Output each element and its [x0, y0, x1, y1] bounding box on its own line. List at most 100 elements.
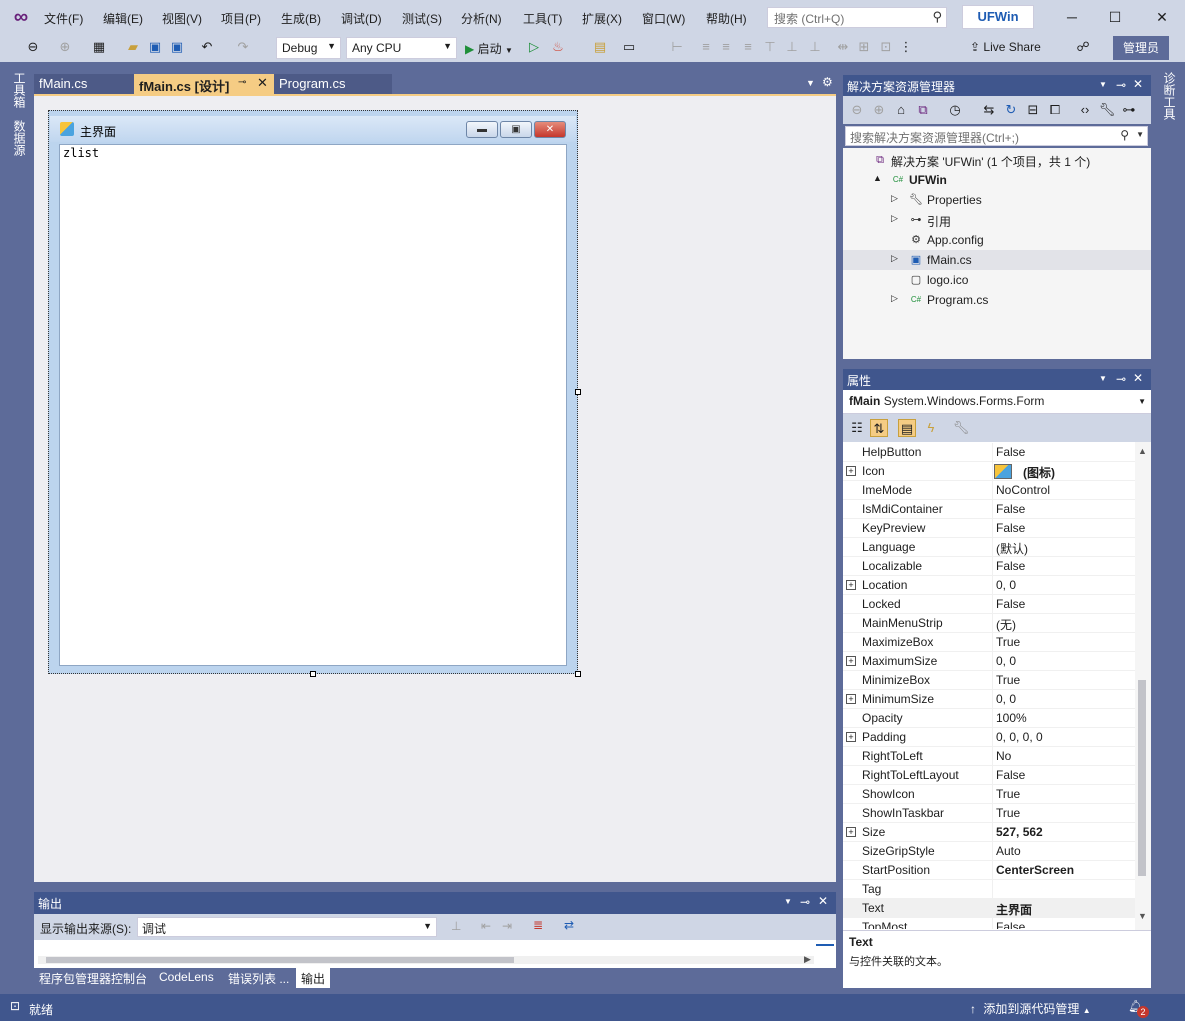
tab-fmain-designer[interactable]: fMain.cs [设计] ⊸ ✕ [134, 74, 274, 95]
maximize-button[interactable]: ☐ [1100, 6, 1130, 28]
property-value[interactable]: False [996, 445, 1025, 459]
resize-handle-corner[interactable] [575, 671, 581, 677]
navigate-forward-icon[interactable]: ⊕ [56, 38, 74, 56]
admin-badge[interactable]: 管理员 [1113, 36, 1169, 60]
chevron-down-icon[interactable]: ▼ [1099, 80, 1107, 89]
property-value[interactable]: CenterScreen [996, 863, 1074, 877]
tab-fmain-code[interactable]: fMain.cs [34, 74, 134, 95]
expand-arrow-icon[interactable]: ▷ [891, 213, 898, 224]
menu-tools[interactable]: 工具(T) [523, 10, 562, 26]
live-share-button[interactable]: ⇪ Live Share [970, 40, 1041, 54]
switch-views-icon[interactable]: ⧉ [914, 101, 932, 119]
align-bottom-icon[interactable]: ⊥ [806, 38, 824, 56]
scrollbar-thumb[interactable] [46, 957, 514, 963]
form-client-area[interactable] [59, 144, 567, 666]
refresh-icon[interactable]: ↻ [1002, 101, 1020, 119]
close-icon[interactable]: ✕ [818, 894, 828, 908]
property-value[interactable]: False [996, 920, 1025, 929]
toolbar-overflow-icon[interactable]: ⋮ [897, 38, 915, 56]
property-value[interactable]: False [996, 597, 1025, 611]
property-value[interactable]: True [996, 673, 1020, 687]
align-top-icon[interactable]: ⊤ [761, 38, 779, 56]
property-value[interactable]: No [996, 749, 1011, 763]
expand-plus-icon[interactable]: + [846, 466, 856, 476]
pin-icon[interactable]: ⊸ [800, 895, 810, 909]
menu-extensions[interactable]: 扩展(X) [582, 10, 622, 26]
search-input[interactable]: 搜索 (Ctrl+Q) ⚲ [767, 7, 947, 28]
expand-plus-icon[interactable]: + [846, 580, 856, 590]
resize-handle-bottom[interactable] [310, 671, 316, 677]
feedback-icon[interactable]: ☍ [1074, 38, 1092, 56]
previous-message-icon[interactable]: ⇤ [481, 919, 491, 933]
property-row[interactable]: Localizable False [843, 557, 1135, 576]
save-icon[interactable]: ▣ [146, 38, 164, 56]
property-value[interactable]: 100% [996, 711, 1027, 725]
tab-codelens[interactable]: CodeLens [154, 968, 219, 988]
property-value[interactable]: False [996, 502, 1025, 516]
find-message-icon[interactable]: ⊥ [451, 919, 461, 933]
datasource-tab[interactable]: 数据源 [10, 120, 26, 156]
pin-icon[interactable]: ⊸ [1116, 78, 1126, 92]
menu-debug[interactable]: 调试(D) [341, 10, 382, 26]
pending-changes-filter-icon[interactable]: ◷ [946, 101, 964, 119]
property-value[interactable]: False [996, 559, 1025, 573]
property-row[interactable]: RightToLeftLayout False [843, 766, 1135, 785]
expand-plus-icon[interactable]: + [846, 656, 856, 666]
events-lightning-icon[interactable]: ϟ [922, 419, 940, 437]
diagnostics-tab[interactable]: 诊断工具 [1160, 72, 1176, 120]
back-icon[interactable]: ⊖ [848, 101, 866, 119]
show-all-files-icon[interactable]: ⧠ [1046, 101, 1064, 119]
property-row[interactable]: MaximizeBox True [843, 633, 1135, 652]
menu-analyze[interactable]: 分析(N) [461, 10, 502, 26]
property-row[interactable]: IsMdiContainer False [843, 500, 1135, 519]
tab-package-manager-console[interactable]: 程序包管理器控制台 [34, 968, 152, 988]
same-size-icon[interactable]: ⊡ [877, 38, 895, 56]
tree-item[interactable]: ▷ ▣ fMain.cs [843, 250, 1151, 270]
undo-icon[interactable]: ↶ [198, 38, 216, 56]
clear-all-icon[interactable]: ≣ [533, 918, 543, 932]
align-icon[interactable]: ⊢ [668, 38, 686, 56]
resize-handle-right[interactable] [575, 389, 581, 395]
save-all-icon[interactable]: ▣ [168, 38, 186, 56]
property-row[interactable]: ShowInTaskbar True [843, 804, 1135, 823]
sync-icon[interactable]: ⇆ [980, 101, 998, 119]
alphabetical-icon[interactable]: ⇅ [870, 419, 888, 437]
close-button[interactable]: ✕ [1147, 6, 1177, 28]
property-row[interactable]: Opacity 100% [843, 709, 1135, 728]
forward-icon[interactable]: ⊕ [870, 101, 888, 119]
source-control-button[interactable]: ↑ 添加到源代码管理 ▲ [970, 1000, 1091, 1017]
menu-view[interactable]: 视图(V) [162, 10, 202, 26]
layout-icon[interactable]: ▭ [620, 38, 638, 56]
scroll-down-icon[interactable]: ▼ [1138, 911, 1147, 921]
home-icon[interactable]: ⌂ [892, 101, 910, 119]
zlist-control[interactable]: zlist [63, 146, 99, 160]
object-selector[interactable]: fMain System.Windows.Forms.Form ▼ [843, 390, 1151, 414]
tree-item[interactable]: ▲ C# UFWin [843, 170, 1151, 190]
property-value[interactable]: NoControl [996, 483, 1050, 497]
tree-item[interactable]: ⧉ 解决方案 'UFWin' (1 个项目，共 1 个) [843, 150, 1151, 170]
property-row[interactable]: + Location 0, 0 [843, 576, 1135, 595]
property-value[interactable]: 主界面 [996, 901, 1032, 918]
tree-item[interactable]: ▷ 🔧︎ Properties [843, 190, 1151, 210]
property-value[interactable]: 0, 0 [996, 654, 1016, 668]
tab-output[interactable]: 输出 [296, 968, 331, 988]
toolbox-tab[interactable]: 工具箱 [10, 72, 26, 108]
property-row[interactable]: ImeMode NoControl [843, 481, 1135, 500]
collapse-all-icon[interactable]: ⊟ [1024, 101, 1042, 119]
property-row[interactable]: + Icon (图标) [843, 462, 1135, 481]
tree-item[interactable]: ⚙ App.config [843, 230, 1151, 250]
expand-plus-icon[interactable]: + [846, 827, 856, 837]
minimize-button[interactable]: ─ [1057, 6, 1087, 28]
chevron-down-icon[interactable]: ▼ [1136, 130, 1144, 139]
property-row[interactable]: + MinimumSize 0, 0 [843, 690, 1135, 709]
property-value[interactable]: 527, 562 [996, 825, 1043, 839]
chevron-down-icon[interactable]: ▼ [1099, 374, 1107, 383]
property-pages-wrench-icon[interactable]: 🔧︎ [952, 419, 970, 437]
property-value[interactable]: 0, 0 [996, 578, 1016, 592]
configuration-select[interactable]: Debug ▼ [276, 37, 341, 59]
property-row[interactable]: + MaximumSize 0, 0 [843, 652, 1135, 671]
close-icon[interactable]: ✕ [1133, 371, 1143, 385]
menu-test[interactable]: 测试(S) [402, 10, 442, 26]
property-row[interactable]: SizeGripStyle Auto [843, 842, 1135, 861]
menu-window[interactable]: 窗口(W) [642, 10, 685, 26]
